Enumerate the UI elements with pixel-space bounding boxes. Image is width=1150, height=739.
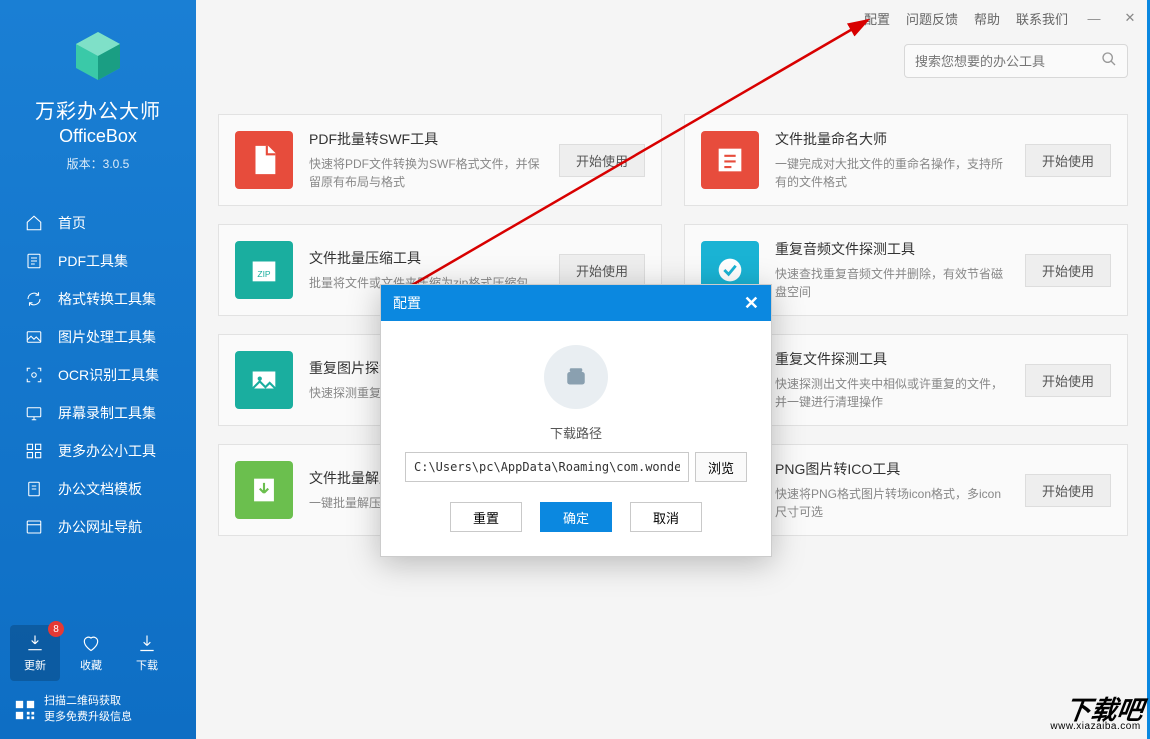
card-icon: [701, 131, 759, 189]
nav-image[interactable]: 图片处理工具集: [0, 318, 196, 356]
card-desc: 快速将PDF文件转换为SWF格式文件，并保留原有布局与格式: [309, 155, 543, 191]
nav-label: 更多办公小工具: [58, 441, 156, 461]
nav-list: 首页 PDF工具集 格式转换工具集 图片处理工具集 OCR识别工具集 屏幕录制工…: [0, 204, 196, 546]
config-dialog: 配置 ✕ 下载路径 浏览 重置 确定 取消: [380, 284, 772, 557]
dialog-graphic-icon: [544, 345, 608, 409]
top-feedback-link[interactable]: 问题反馈: [906, 9, 958, 28]
more-icon: [24, 441, 44, 461]
nav-label: OCR识别工具集: [58, 365, 159, 385]
convert-icon: [24, 289, 44, 309]
nav-ocr[interactable]: OCR识别工具集: [0, 356, 196, 394]
qr-info: 扫描二维码获取 更多免费升级信息: [14, 694, 132, 725]
path-input[interactable]: [405, 452, 689, 482]
template-icon: [24, 479, 44, 499]
card-desc: 快速将PNG格式图片转场icon格式，多icon尺寸可选: [775, 485, 1009, 521]
search-input[interactable]: [915, 54, 1101, 69]
browse-button[interactable]: 浏览: [695, 452, 747, 482]
nav-home[interactable]: 首页: [0, 204, 196, 242]
nav-label: 图片处理工具集: [58, 327, 156, 347]
search-box[interactable]: [904, 44, 1128, 78]
nav-convert[interactable]: 格式转换工具集: [0, 280, 196, 318]
card-icon: [235, 461, 293, 519]
card-desc: 快速探测出文件夹中相似或许重复的文件，并一键进行清理操作: [775, 375, 1009, 411]
nav-label: PDF工具集: [58, 251, 128, 271]
nav-more[interactable]: 更多办公小工具: [0, 432, 196, 470]
card-desc: 一键完成对大批文件的重命名操作，支持所有的文件格式: [775, 155, 1009, 191]
ok-button[interactable]: 确定: [540, 502, 612, 532]
update-badge: 8: [48, 621, 64, 637]
sidebar: 万彩办公大师 OfficeBox 版本：3.0.5 首页 PDF工具集 格式转换…: [0, 0, 196, 739]
logo-icon: [70, 28, 126, 84]
home-icon: [24, 213, 44, 233]
nav-record[interactable]: 屏幕录制工具集: [0, 394, 196, 432]
reset-button[interactable]: 重置: [450, 502, 522, 532]
nav-navsite[interactable]: 办公网址导航: [0, 508, 196, 546]
app-name-cn: 万彩办公大师: [0, 95, 196, 124]
cancel-button[interactable]: 取消: [630, 502, 702, 532]
start-button[interactable]: 开始使用: [1025, 364, 1111, 397]
nav-label: 格式转换工具集: [58, 289, 156, 309]
card-title: 重复文件探测工具: [775, 349, 1009, 369]
dialog-title: 配置: [393, 293, 421, 313]
minimize-button[interactable]: —: [1084, 8, 1104, 28]
start-button[interactable]: 开始使用: [1025, 254, 1111, 287]
svg-text:ZIP: ZIP: [257, 269, 271, 279]
update-button[interactable]: 8 更新: [10, 625, 60, 681]
nav-label: 屏幕录制工具集: [58, 403, 156, 423]
record-icon: [24, 403, 44, 423]
search-icon[interactable]: [1101, 51, 1117, 72]
navsite-icon: [24, 517, 44, 537]
top-contact-link[interactable]: 联系我们: [1016, 9, 1068, 28]
favorite-button[interactable]: 收藏: [66, 625, 116, 681]
start-button[interactable]: 开始使用: [559, 254, 645, 287]
top-bar: 配置 问题反馈 帮助 联系我们 — ✕: [196, 0, 1150, 36]
app-name-en: OfficeBox: [0, 126, 196, 147]
watermark: 下载吧 www.xiazaiba.com: [1049, 699, 1144, 731]
tool-card: PDF批量转SWF工具快速将PDF文件转换为SWF格式文件，并保留原有布局与格式…: [218, 114, 662, 206]
nav-template[interactable]: 办公文档模板: [0, 470, 196, 508]
nav-label: 首页: [58, 213, 86, 233]
card-title: 重复音频文件探测工具: [775, 239, 1009, 259]
card-desc: 快速查找重复音频文件并删除，有效节省磁盘空间: [775, 265, 1009, 301]
card-icon: [235, 131, 293, 189]
card-title: PNG图片转ICO工具: [775, 459, 1009, 479]
card-icon: ZIP: [235, 241, 293, 299]
version-label: 版本：3.0.5: [0, 155, 196, 172]
dialog-titlebar: 配置 ✕: [381, 285, 771, 321]
close-button[interactable]: ✕: [1120, 8, 1140, 28]
card-title: 文件批量命名大师: [775, 129, 1009, 149]
card-title: 文件批量压缩工具: [309, 248, 543, 268]
logo-area: 万彩办公大师 OfficeBox 版本：3.0.5: [0, 0, 196, 182]
tool-card: 文件批量命名大师一键完成对大批文件的重命名操作，支持所有的文件格式 开始使用: [684, 114, 1128, 206]
dialog-close-icon[interactable]: ✕: [744, 293, 759, 314]
top-config-link[interactable]: 配置: [864, 9, 890, 28]
card-title: PDF批量转SWF工具: [309, 129, 543, 149]
ocr-icon: [24, 365, 44, 385]
nav-label: 办公网址导航: [58, 517, 142, 537]
card-icon: [235, 351, 293, 409]
start-button[interactable]: 开始使用: [1025, 474, 1111, 507]
start-button[interactable]: 开始使用: [1025, 144, 1111, 177]
bottom-actions: 8 更新 收藏 下载: [10, 625, 172, 681]
top-help-link[interactable]: 帮助: [974, 9, 1000, 28]
nav-pdf[interactable]: PDF工具集: [0, 242, 196, 280]
qr-icon: [14, 699, 36, 721]
image-icon: [24, 327, 44, 347]
pdf-icon: [24, 251, 44, 271]
download-button[interactable]: 下载: [122, 625, 172, 681]
nav-label: 办公文档模板: [58, 479, 142, 499]
start-button[interactable]: 开始使用: [559, 144, 645, 177]
path-label: 下载路径: [405, 423, 747, 442]
